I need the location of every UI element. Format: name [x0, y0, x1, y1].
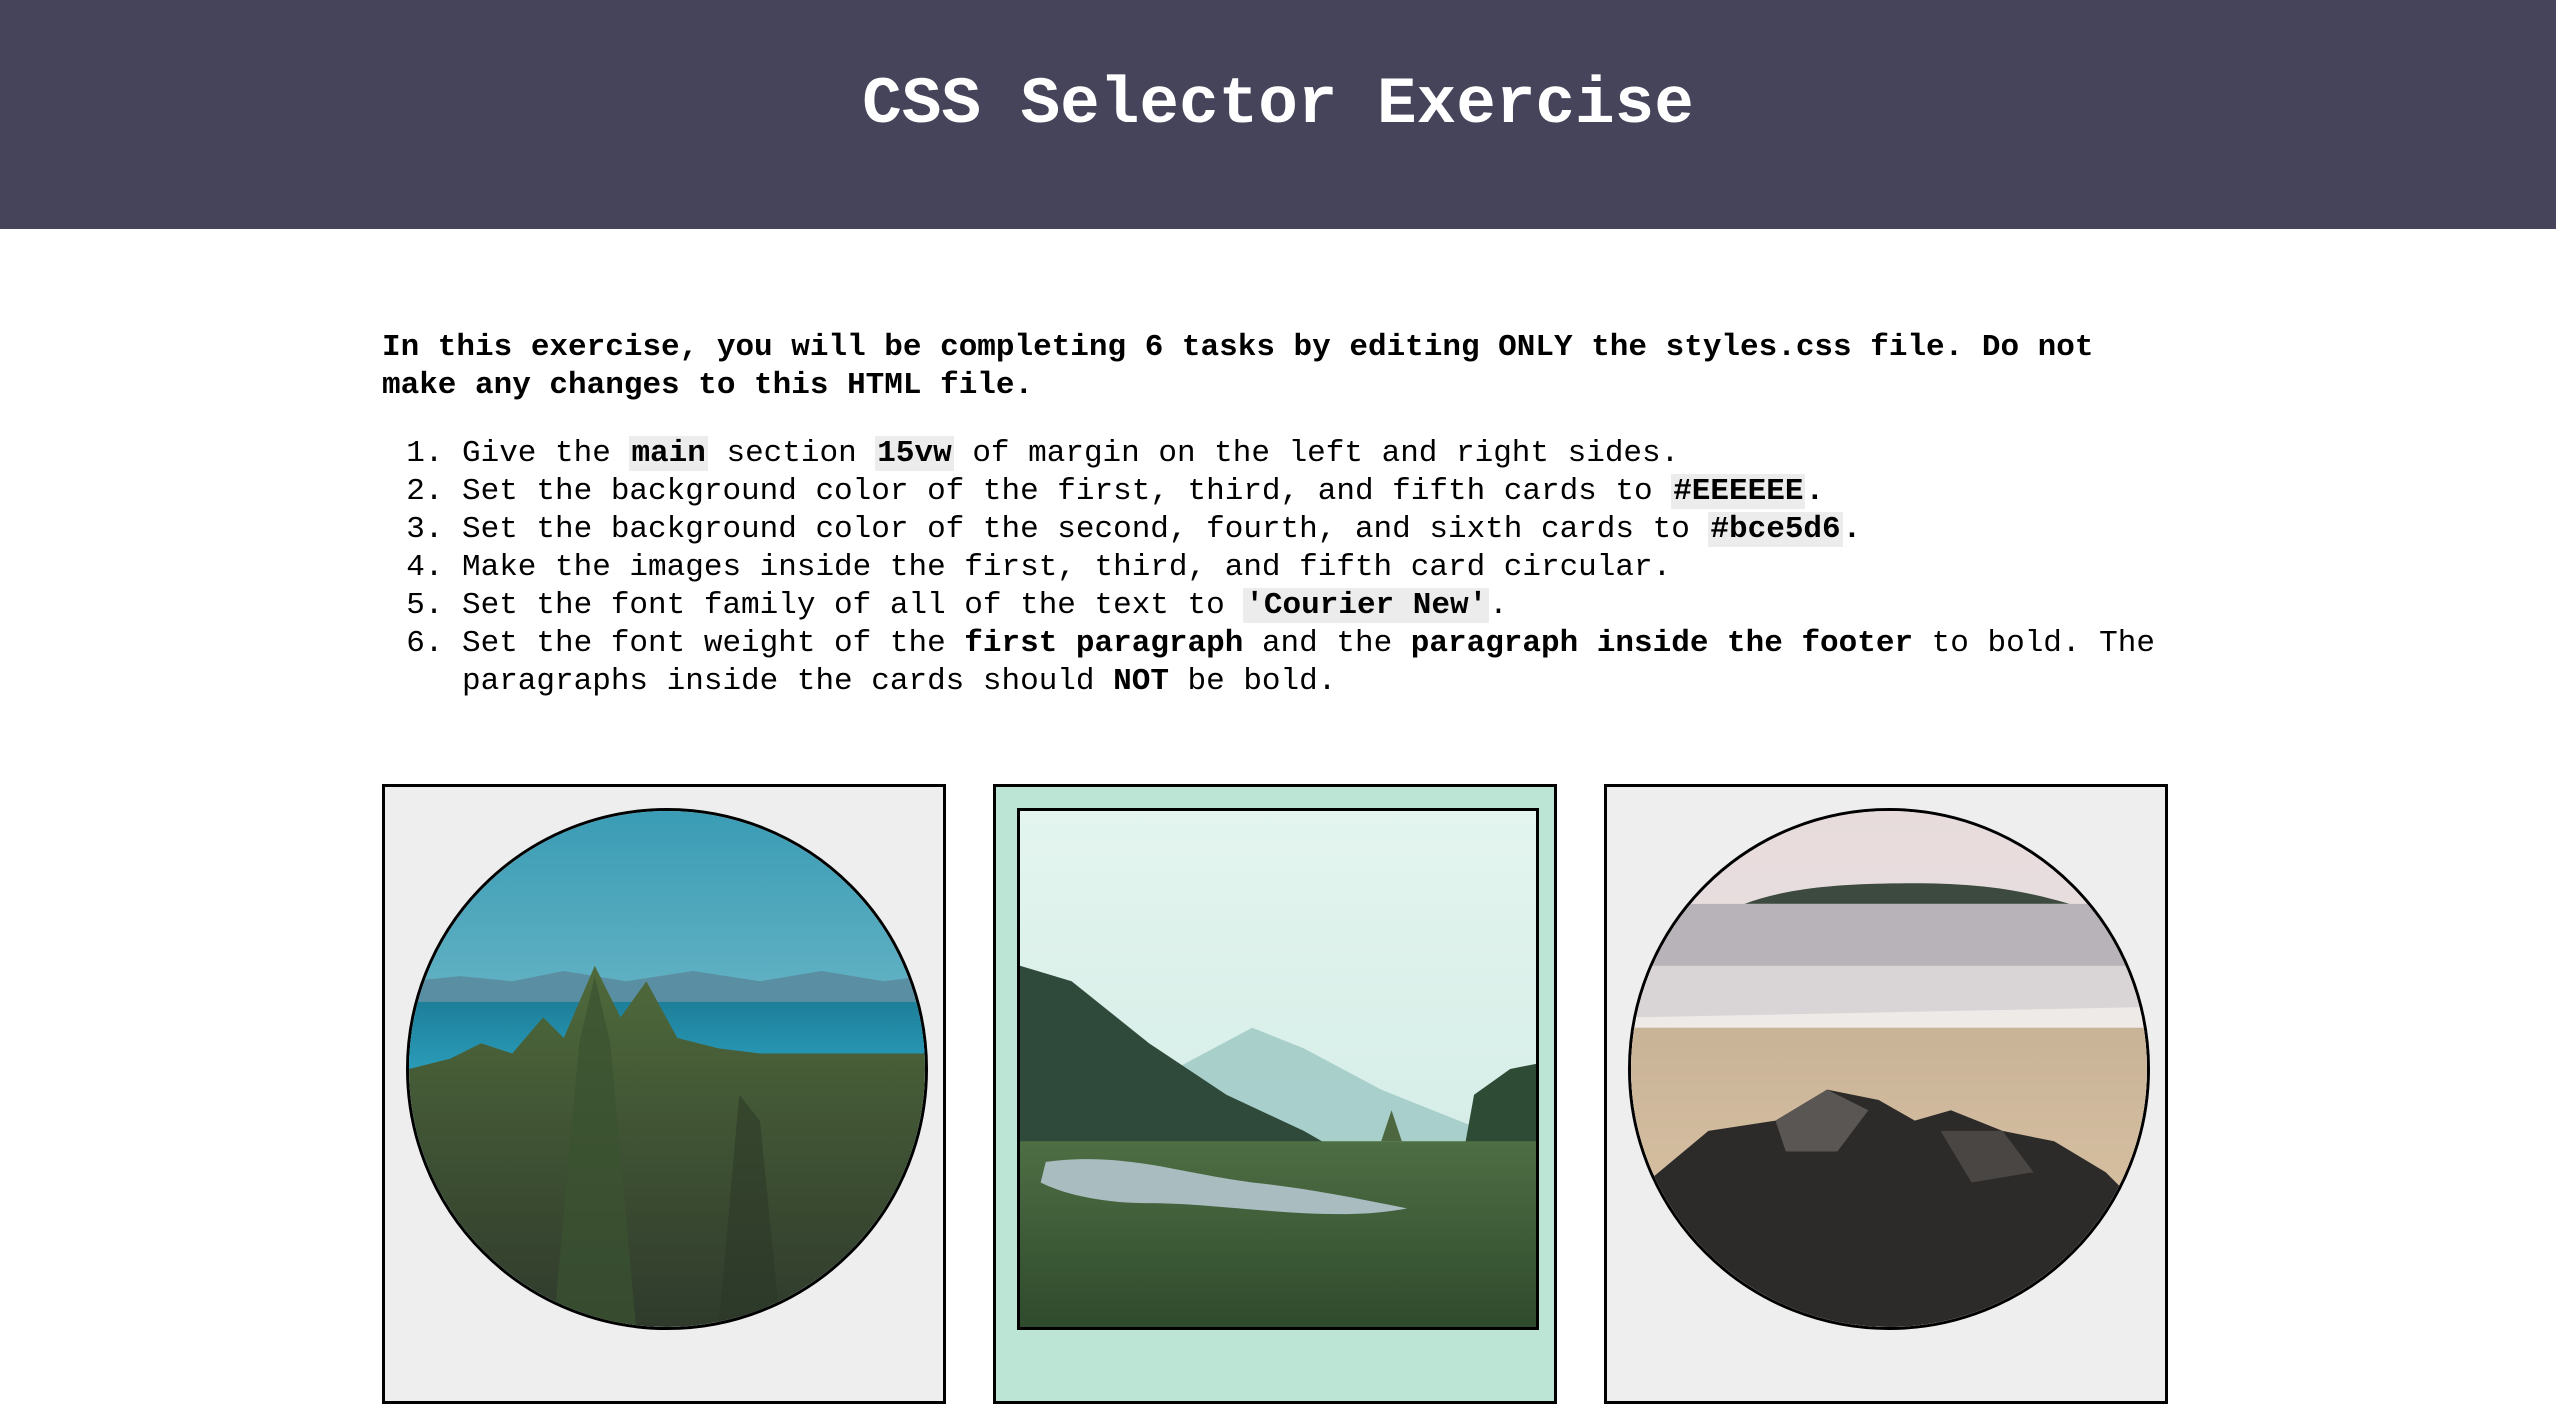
card-1	[382, 784, 946, 1404]
code-snippet: #EEEEEE	[1671, 474, 1806, 509]
task-item: Give the main section 15vw of margin on …	[462, 435, 2174, 473]
task-item: Set the font family of all of the text t…	[462, 587, 2174, 625]
task-item: Set the background color of the second, …	[462, 511, 2174, 549]
card-3	[1604, 784, 2168, 1404]
code-snippet: main	[629, 436, 708, 471]
rocky-beach-photo	[1628, 808, 2150, 1330]
forest-lake-photo	[406, 808, 928, 1330]
task-item: Make the images inside the first, third,…	[462, 549, 2174, 587]
page-title: CSS Selector Exercise	[862, 67, 1694, 142]
intro-paragraph: In this exercise, you will be completing…	[382, 330, 2094, 403]
task-list: Give the main section 15vw of margin on …	[382, 435, 2174, 701]
task-item: Set the background color of the first, t…	[462, 473, 2174, 511]
code-snippet: #bce5d6	[1708, 512, 1843, 547]
card-2	[993, 784, 1557, 1404]
code-snippet: 15vw	[875, 436, 954, 471]
code-snippet: 'Courier New'	[1243, 588, 1490, 623]
task-item: Set the font weight of the first paragra…	[462, 625, 2174, 701]
page-header: CSS Selector Exercise	[0, 0, 2556, 229]
river-valley-photo	[1017, 808, 1539, 1330]
